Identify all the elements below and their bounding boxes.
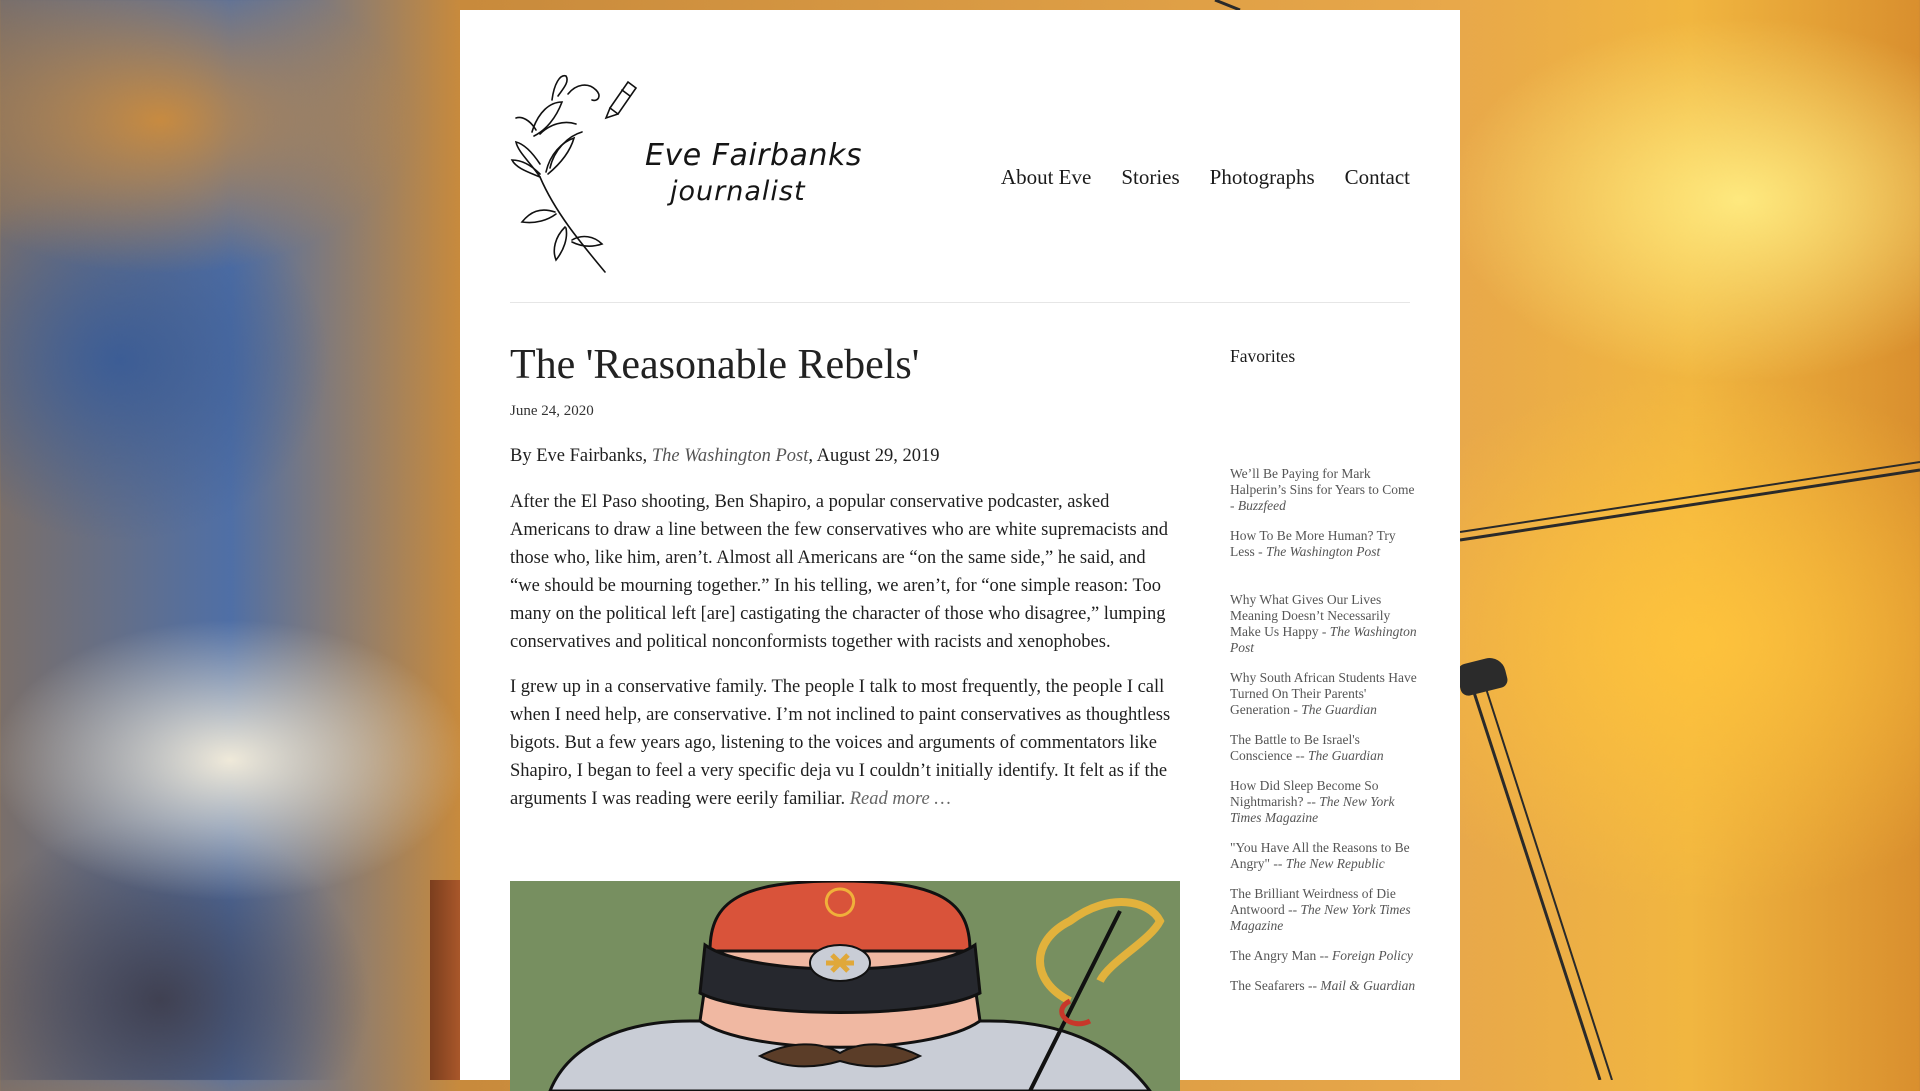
favorite-link[interactable]: The Brilliant Weirdness of Die Antwoord …: [1230, 886, 1420, 934]
post-illustration[interactable]: [510, 881, 1180, 1091]
favorite-title: The Angry Man --: [1230, 948, 1332, 963]
favorite-title: The Seafarers --: [1230, 978, 1321, 993]
read-more-link[interactable]: Read more …: [850, 789, 951, 809]
site-logo[interactable]: Eve Fairbanks journalist: [510, 72, 861, 282]
sidebar-heading: Favorites: [1230, 346, 1296, 366]
logo-role-text: journalist: [670, 176, 806, 207]
page-card: Eve Fairbanks journalist About Eve Stori…: [460, 10, 1460, 1091]
favorite-link[interactable]: How To Be More Human? Try Less - The Was…: [1230, 528, 1420, 560]
byline-prefix: By Eve Fairbanks,: [510, 446, 652, 467]
byline-publication-link[interactable]: The Washington Post: [652, 446, 809, 466]
favorite-link[interactable]: Why What Gives Our Lives Meaning Doesn’t…: [1230, 592, 1420, 656]
favorite-link[interactable]: Why South African Students Have Turned O…: [1230, 670, 1420, 718]
post-paragraph-2-text: I grew up in a conservative family. The …: [510, 677, 1171, 810]
logo-name-text: Eve Fairbanks: [645, 138, 862, 173]
nav-stories[interactable]: Stories: [1121, 165, 1179, 190]
post-date: June 24, 2020: [510, 403, 594, 420]
favorite-link[interactable]: "You Have All the Reasons to Be Angry" -…: [1230, 840, 1420, 872]
byline-suffix: , August 29, 2019: [808, 446, 940, 467]
soldier-illustration-image: [548, 881, 1165, 1091]
nav-contact[interactable]: Contact: [1345, 165, 1410, 190]
favorite-link[interactable]: The Angry Man -- Foreign Policy: [1230, 948, 1420, 964]
nav-about-eve[interactable]: About Eve: [1001, 165, 1091, 190]
favorite-source: Foreign Policy: [1331, 948, 1413, 963]
favorite-source: The Washington Post: [1266, 544, 1381, 559]
favorite-source: The Guardian: [1301, 702, 1377, 717]
post-paragraph-2: I grew up in a conservative family. The …: [510, 673, 1180, 813]
favorite-link[interactable]: The Battle to Be Israel's Conscience -- …: [1230, 732, 1420, 764]
favorite-source: Buzzfeed: [1237, 498, 1286, 513]
flower-pencil-icon: [510, 75, 638, 273]
favorite-link[interactable]: How Did Sleep Become So Nightmarish? -- …: [1230, 778, 1420, 826]
post-byline: By Eve Fairbanks, The Washington Post, A…: [510, 443, 1180, 471]
site-header: Eve Fairbanks journalist About Eve Stori…: [510, 60, 1410, 303]
post-title[interactable]: The 'Reasonable Rebels': [510, 340, 1180, 390]
favorites-list: We’ll Be Paying for Mark Halperin’s Sins…: [1230, 466, 1420, 1008]
clock-tower-shape: [430, 880, 460, 1080]
favorites-sidebar: Favorites We’ll Be Paying for Mark Halpe…: [1230, 346, 1420, 993]
favorite-link[interactable]: The Seafarers -- Mail & Guardian: [1230, 978, 1420, 994]
street-lamp-shape: [1454, 654, 1510, 698]
nav-photographs[interactable]: Photographs: [1210, 165, 1315, 190]
favorite-source: The Guardian: [1307, 748, 1384, 763]
favorite-source: Mail & Guardian: [1320, 978, 1416, 993]
post-paragraph-1: After the El Paso shooting, Ben Shapiro,…: [510, 492, 1169, 653]
favorite-link[interactable]: We’ll Be Paying for Mark Halperin’s Sins…: [1230, 466, 1420, 514]
main-nav: About Eve Stories Photographs Contact: [1001, 165, 1410, 190]
post-article: The 'Reasonable Rebels' June 24, 2020 By…: [510, 340, 1180, 813]
favorite-source: The New Republic: [1285, 856, 1385, 871]
